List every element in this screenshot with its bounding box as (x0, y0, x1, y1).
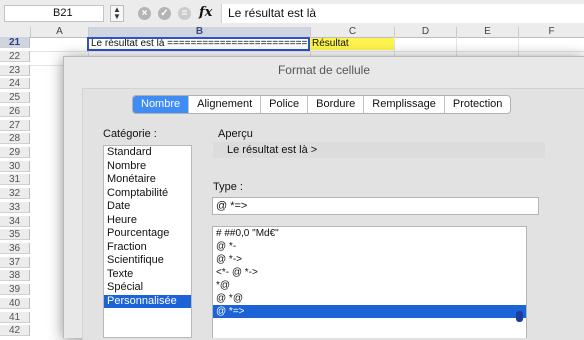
category-label: Catégorie : (103, 128, 157, 140)
list-item[interactable]: Scientifique (104, 254, 191, 268)
row-header[interactable]: 40 (0, 298, 30, 309)
name-box[interactable]: B21 (4, 5, 104, 22)
row-header[interactable]: 26 (0, 106, 30, 117)
list-item[interactable]: <*- @ *-> (213, 266, 526, 279)
row-header[interactable]: 38 (0, 270, 30, 281)
list-item[interactable]: # ##0,0 "Md€" (213, 227, 526, 240)
list-item[interactable]: @ *- (213, 240, 526, 253)
row-header[interactable]: 23 (0, 65, 30, 76)
row-header[interactable]: 27 (0, 120, 30, 131)
list-item[interactable]: Monétaire (104, 173, 191, 187)
type-label: Type : (213, 181, 243, 193)
select-all-corner[interactable] (0, 27, 30, 37)
list-item[interactable]: *@ (213, 279, 526, 292)
tab-alignement[interactable]: Alignement (189, 96, 262, 113)
list-item[interactable]: Spécial (104, 281, 191, 295)
row-header[interactable]: 31 (0, 174, 30, 185)
tab-police[interactable]: Police (261, 96, 309, 113)
list-item[interactable]: Standard (104, 146, 191, 160)
row-header[interactable]: 35 (0, 229, 30, 240)
tab-protection[interactable]: Protection (445, 96, 511, 113)
list-item[interactable]: Heure (104, 214, 191, 228)
row-header[interactable]: 37 (0, 257, 30, 268)
row-header[interactable]: 28 (0, 133, 30, 144)
column-header-b[interactable]: B (88, 27, 310, 37)
cancel-icon[interactable]: × (138, 7, 151, 20)
confirm-icon[interactable]: ✓ (158, 7, 171, 20)
row-header[interactable]: 24 (0, 78, 30, 89)
row-header[interactable]: 29 (0, 147, 30, 158)
list-item[interactable]: @ *-> (213, 253, 526, 266)
list-item-selected[interactable]: Personnalisée (104, 294, 191, 308)
list-item[interactable]: Fraction (104, 241, 191, 255)
type-input[interactable]: @ *=> (212, 197, 539, 215)
grid-line (30, 51, 584, 52)
row-header[interactable]: 25 (0, 92, 30, 103)
row-header[interactable]: 21 (0, 37, 30, 48)
row-header[interactable]: 30 (0, 161, 30, 172)
row-header[interactable]: 36 (0, 243, 30, 254)
column-header-c[interactable]: C (310, 27, 394, 37)
column-header-d[interactable]: D (394, 27, 456, 37)
column-header-f[interactable]: F (518, 27, 584, 37)
preview-box: Le résultat est là > (213, 142, 545, 158)
tab-remplissage[interactable]: Remplissage (364, 96, 445, 113)
row-header[interactable]: 22 (0, 51, 30, 62)
list-item[interactable]: Nombre (104, 160, 191, 174)
equals-icon[interactable]: = (178, 7, 191, 20)
row-header[interactable]: 32 (0, 188, 30, 199)
column-header-a[interactable]: A (30, 27, 88, 37)
preview-label: Aperçu (218, 128, 253, 140)
row-header[interactable]: 33 (0, 202, 30, 213)
tab-bordure[interactable]: Bordure (308, 96, 365, 113)
formula-bar: B21 ▲ ▼ × ✓ = fx Le résultat est là (0, 0, 584, 28)
list-item[interactable]: @ *@ (213, 292, 526, 305)
row-header[interactable]: 34 (0, 216, 30, 227)
column-header-e[interactable]: E (456, 27, 518, 37)
category-list[interactable]: Standard Nombre Monétaire Comptabilité D… (103, 145, 192, 338)
scrollbar-thumb[interactable] (516, 311, 523, 322)
list-item[interactable]: Pourcentage (104, 227, 191, 241)
row-header[interactable]: 39 (0, 284, 30, 295)
name-box-stepper[interactable]: ▲ ▼ (110, 5, 124, 22)
dialog-title: Format de cellule (277, 63, 371, 77)
list-item-selected[interactable]: @ *=> (213, 305, 526, 318)
list-item[interactable]: Date (104, 200, 191, 214)
formula-input[interactable]: Le résultat est là (221, 4, 584, 23)
list-item[interactable]: Texte (104, 268, 191, 282)
row-header[interactable]: 41 (0, 312, 30, 323)
list-item[interactable]: Comptabilité (104, 187, 191, 201)
cell-c21[interactable]: Résultat (310, 38, 394, 50)
tab-nombre[interactable]: Nombre (133, 96, 190, 113)
cell-b21[interactable]: Le résultat est là =====================… (87, 37, 310, 51)
format-list[interactable]: # ##0,0 "Md€" @ *- @ *-> <*- @ *-> *@ @ … (212, 226, 527, 338)
tab-bar: Nombre Alignement Police Bordure Remplis… (132, 95, 512, 114)
row-header[interactable]: 42 (0, 325, 30, 336)
function-icon[interactable]: fx (199, 5, 212, 20)
